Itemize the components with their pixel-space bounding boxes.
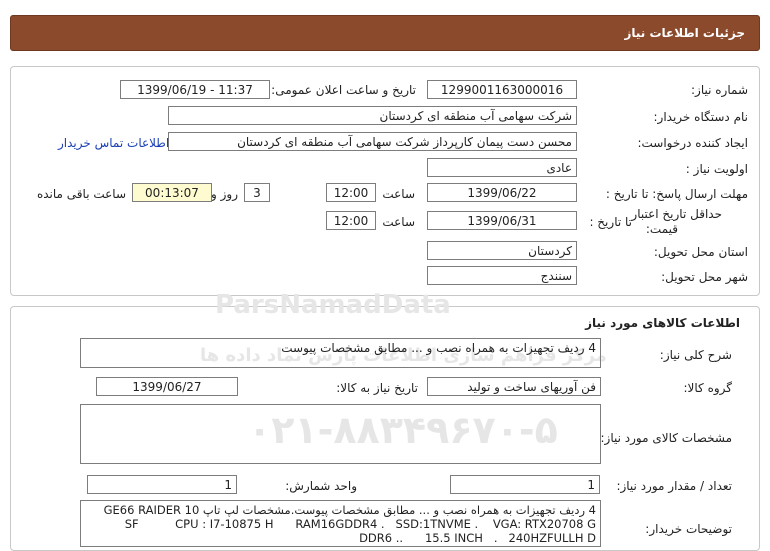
priority-label: اولویت نیاز : [685, 162, 748, 176]
validity-date-field: 1399/06/31 [427, 211, 577, 230]
watermark-brand: ParsNamadData [215, 290, 451, 320]
validity-time-field: 12:00 [326, 211, 376, 230]
goods-group-label: گروه کالا: [683, 381, 733, 395]
deadline-date-field: 1399/06/22 [427, 183, 577, 202]
deadline-label: مهلت ارسال پاسخ: تا تاریخ : [605, 187, 748, 201]
quantity-label: تعداد / مقدار مورد نیاز: [616, 479, 732, 493]
province-field: کردستان [427, 241, 577, 260]
buyer-desc-label: توضیحات خریدار: [645, 522, 732, 536]
city-field: سنندج [427, 266, 577, 285]
announce-date-field: 1399/06/19 - 11:37 [120, 80, 270, 99]
buyer-org-field: شرکت سهامی آب منطقه ای کردستان [168, 106, 577, 125]
summary-label: شرح کلی نیاز: [659, 348, 732, 362]
deadline-time-field: 12:00 [326, 183, 376, 202]
deadline-time-label: ساعت [382, 187, 415, 201]
validity-label-line2: قیمت: [645, 222, 678, 236]
days-label: روز و [211, 187, 238, 201]
need-date-label: تاریخ نیاز به کالا: [336, 381, 418, 395]
days-remaining-field: 3 [244, 183, 270, 202]
announce-date-label: تاریخ و ساعت اعلان عمومی: [271, 83, 416, 97]
time-remaining-field: 00:13:07 [132, 183, 212, 202]
buyer-desc-field: 4 ردیف تجهیزات به همراه نصب و ... مطابق … [80, 500, 601, 547]
province-label: استان محل تحویل: [653, 245, 748, 259]
city-label: شهر محل تحویل: [661, 270, 748, 284]
validity-to-label: تا تاریخ : [589, 215, 632, 229]
requester-field: محسن دست پیمان کارپرداز شرکت سهامی آب من… [168, 132, 577, 151]
buyer-desc-line3: DDR6 .. 15.5 INCH . 240HZFULLH D [359, 531, 596, 545]
buyer-desc-line2: SF CPU : I7-10875 H RAM16GDDR4 . SSD:1TN… [124, 517, 596, 531]
need-number-field: 1299001163000016 [427, 80, 577, 99]
buyer-org-label: نام دستگاه خریدار: [653, 110, 749, 124]
time-remaining-label: ساعت باقی مانده [36, 187, 126, 201]
need-number-label: شماره نیاز: [691, 83, 748, 97]
unit-label: واحد شمارش: [285, 479, 357, 493]
goods-section-title: اطلاعات کالاهای مورد نیاز [585, 316, 740, 330]
priority-field: عادی [427, 158, 577, 177]
need-date-field: 1399/06/27 [96, 377, 238, 396]
buyer-contact-link[interactable]: اطلاعات تماس خریدار [58, 136, 169, 150]
unit-field: 1 [87, 475, 237, 494]
validity-label-line1: حداقل تاریخ اعتبار [631, 207, 722, 221]
specs-label: مشخصات کالای مورد نیاز: [600, 431, 732, 445]
goods-group-field: فن آوریهای ساخت و تولید [427, 377, 601, 396]
buyer-desc-line1: 4 ردیف تجهیزات به همراه نصب و ... مطابق … [103, 503, 596, 517]
summary-field: 4 ردیف تجهیزات به همراه نصب و ... مطابق … [80, 338, 601, 368]
requester-label: ایجاد کننده درخواست: [637, 136, 748, 150]
specs-field [80, 404, 601, 464]
page-title: جزئیات اطلاعات نیاز [624, 26, 745, 40]
quantity-field: 1 [450, 475, 600, 494]
need-info-panel [10, 66, 760, 296]
page-header: جزئیات اطلاعات نیاز [10, 15, 760, 51]
validity-time-label: ساعت [382, 215, 415, 229]
